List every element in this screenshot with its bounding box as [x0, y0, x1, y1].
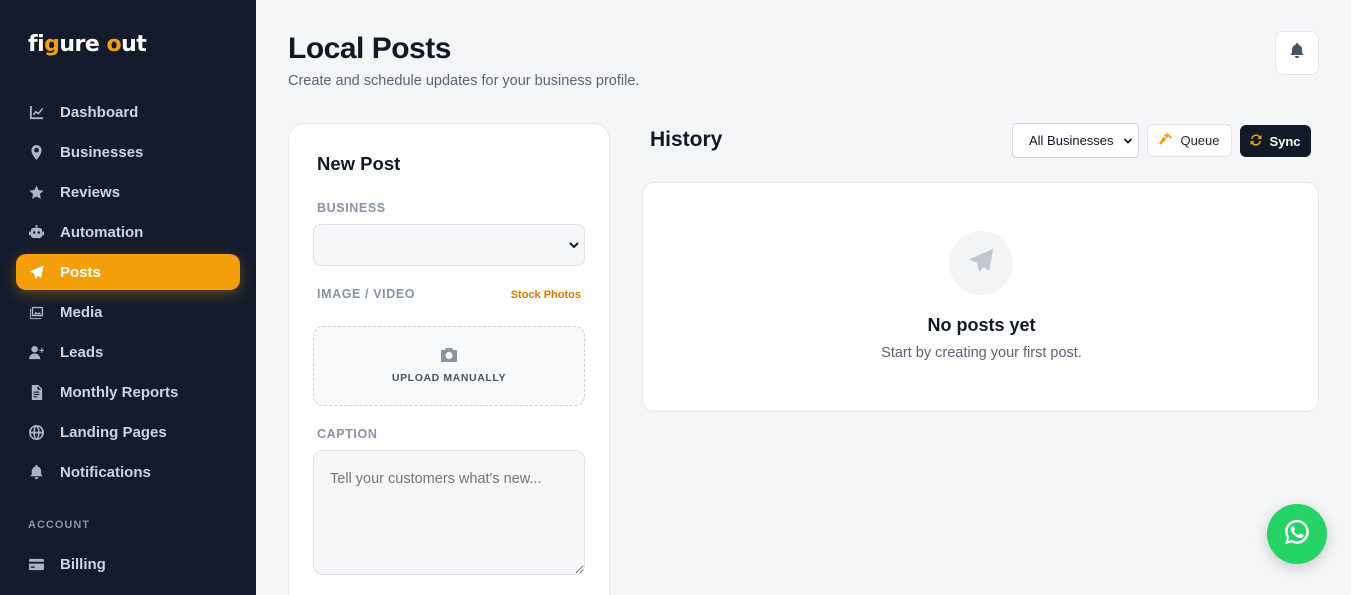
stock-photos-link[interactable]: Stock Photos: [511, 289, 581, 301]
sync-label: Sync: [1269, 133, 1301, 149]
sidebar-item-label: Notifications: [60, 463, 151, 481]
queue-label: Queue: [1180, 133, 1220, 148]
queue-button[interactable]: Queue: [1147, 124, 1232, 157]
star-icon: [28, 184, 44, 200]
sidebar-item-posts[interactable]: Posts: [16, 254, 240, 290]
sidebar: figure out Dashboard Businesses Reviews …: [0, 0, 256, 595]
upload-manually-label: UPLOAD MANUALLY: [391, 372, 507, 384]
sidebar-item-dashboard[interactable]: Dashboard: [16, 94, 240, 130]
sidebar-item-label: Landing Pages: [60, 423, 167, 441]
sidebar-item-label: Media: [60, 303, 103, 321]
account-section-label: ACCOUNT: [28, 519, 90, 531]
page-subtitle: Create and schedule updates for your bus…: [288, 73, 640, 89]
robot-icon: [28, 224, 44, 240]
user-plus-icon: [28, 344, 44, 360]
upload-dropzone[interactable]: UPLOAD MANUALLY: [313, 326, 585, 406]
business-select[interactable]: [313, 224, 585, 266]
new-post-title: New Post: [317, 153, 401, 174]
sidebar-item-label: Monthly Reports: [60, 383, 179, 401]
sidebar-item-monthly-reports[interactable]: Monthly Reports: [16, 374, 240, 410]
sidebar-item-label: Billing: [60, 555, 106, 573]
logo-text: figure out: [28, 31, 147, 57]
bell-icon: [1289, 42, 1305, 64]
whatsapp-chat-button[interactable]: [1267, 504, 1327, 564]
sidebar-item-media[interactable]: Media: [16, 294, 240, 330]
business-filter-value: All Businesses: [1029, 133, 1114, 148]
brand-logo[interactable]: figure out: [28, 26, 147, 62]
notifications-button[interactable]: [1275, 31, 1319, 75]
sidebar-item-label: Dashboard: [60, 103, 139, 121]
chevron-down-icon: [1123, 138, 1133, 144]
sidebar-item-businesses[interactable]: Businesses: [16, 134, 240, 170]
new-post-card: New Post BUSINESS IMAGE / VIDEO Stock Ph…: [288, 123, 610, 595]
sidebar-item-label: Reviews: [60, 183, 121, 201]
chart-line-icon: [28, 104, 44, 120]
chevron-down-icon: [569, 242, 579, 249]
paper-plane-icon: [28, 264, 44, 280]
hammer-icon: [1159, 132, 1180, 149]
camera-icon: [441, 348, 457, 372]
page-title: Local Posts: [288, 32, 451, 65]
history-title: History: [650, 128, 723, 151]
sidebar-item-label: Posts: [60, 263, 101, 281]
sidebar-item-label: Businesses: [60, 143, 144, 161]
bell-icon: [28, 464, 44, 480]
sidebar-item-billing[interactable]: Billing: [16, 546, 240, 582]
history-panel: No posts yet Start by creating your firs…: [642, 182, 1319, 412]
sidebar-item-reviews[interactable]: Reviews: [16, 174, 240, 210]
empty-state-subtitle: Start by creating your first post.: [881, 345, 1082, 361]
sidebar-item-automation[interactable]: Automation: [16, 214, 240, 250]
sidebar-item-landing-pages[interactable]: Landing Pages: [16, 414, 240, 450]
sync-icon: [1250, 133, 1269, 149]
file-icon: [28, 384, 44, 400]
business-label: BUSINESS: [317, 201, 386, 215]
sidebar-item-leads[interactable]: Leads: [16, 334, 240, 370]
credit-card-icon: [28, 556, 44, 572]
paper-plane-icon: [968, 248, 994, 279]
caption-label: CAPTION: [317, 427, 378, 441]
caption-textarea[interactable]: [313, 450, 585, 575]
empty-state-title: No posts yet: [927, 315, 1036, 335]
whatsapp-icon: [1282, 517, 1312, 552]
globe-icon: [28, 424, 44, 440]
sidebar-item-notifications[interactable]: Notifications: [16, 454, 240, 490]
business-filter-select[interactable]: All Businesses: [1012, 123, 1139, 158]
sync-button[interactable]: Sync: [1240, 125, 1311, 157]
empty-state-icon-circle: [949, 231, 1013, 295]
map-pin-icon: [28, 144, 44, 160]
images-icon: [28, 304, 44, 320]
sidebar-item-label: Leads: [60, 343, 104, 361]
sidebar-nav: Dashboard Businesses Reviews Automation …: [16, 94, 240, 494]
image-video-label: IMAGE / VIDEO: [317, 287, 416, 301]
sidebar-item-label: Automation: [60, 223, 144, 241]
